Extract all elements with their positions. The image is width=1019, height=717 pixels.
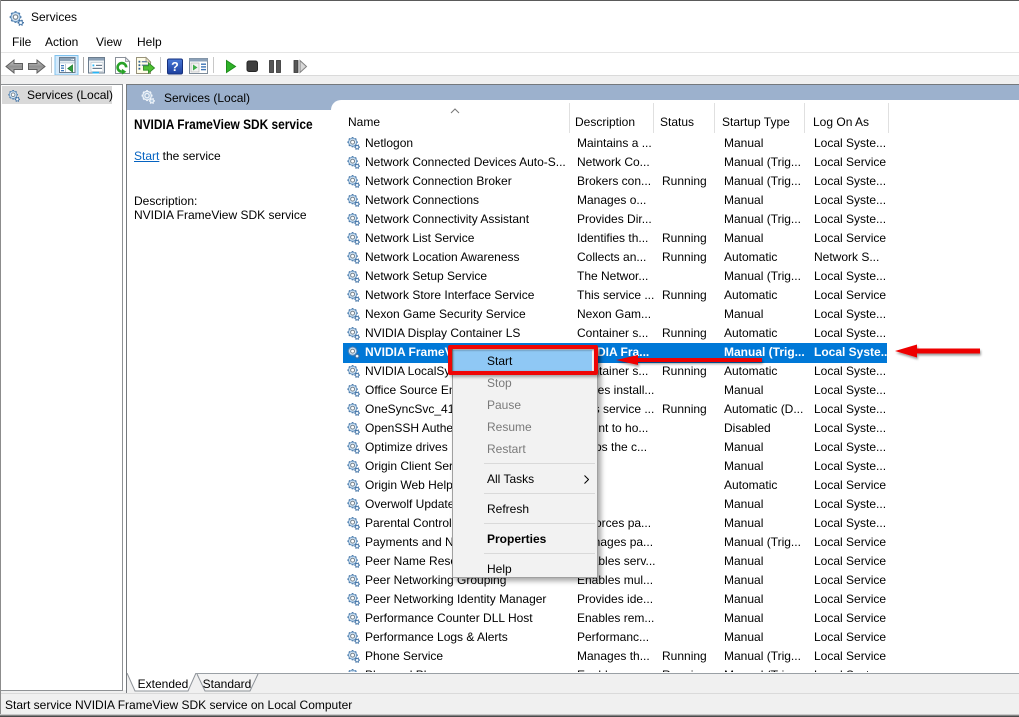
svg-text:Standard: Standard: [203, 677, 252, 691]
svg-text:Extended: Extended: [138, 677, 189, 691]
svg-text:?: ?: [171, 60, 179, 74]
